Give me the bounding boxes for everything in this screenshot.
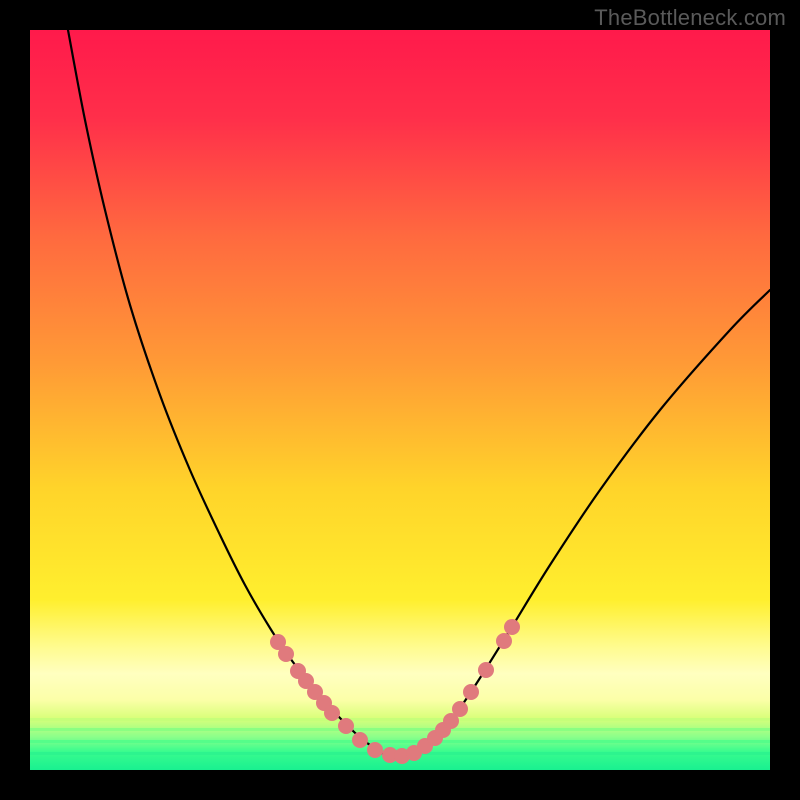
curve-layer [30,30,770,770]
sample-point [367,742,383,758]
plot-area [30,30,770,770]
sample-point [463,684,479,700]
sample-point [338,718,354,734]
sample-point [352,732,368,748]
bottleneck-curve [68,30,770,758]
sample-point [504,619,520,635]
sample-points [270,619,520,764]
sample-point [478,662,494,678]
sample-point [278,646,294,662]
sample-point [324,705,340,721]
sample-point [496,633,512,649]
watermark-text: TheBottleneck.com [594,5,786,31]
sample-point [452,701,468,717]
